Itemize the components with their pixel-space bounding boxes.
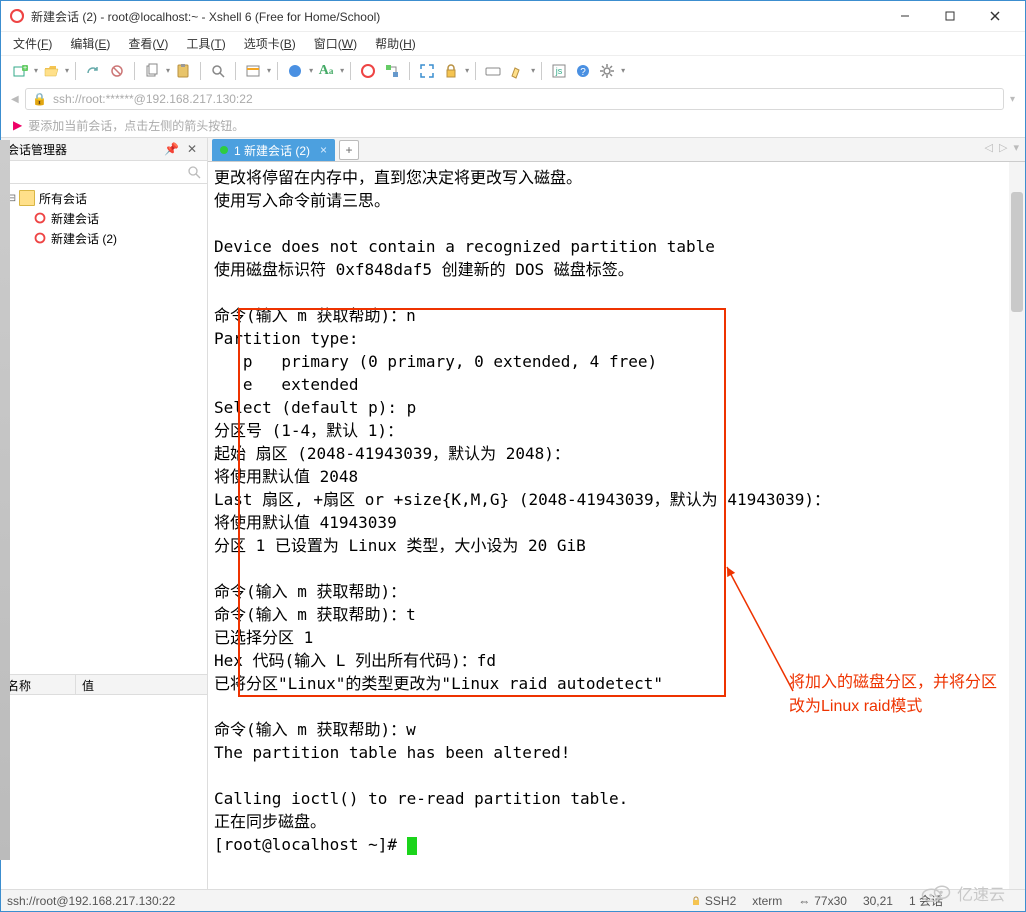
session-icon xyxy=(33,231,47,245)
search-icon[interactable] xyxy=(207,60,229,82)
tab-close-icon[interactable]: × xyxy=(320,143,327,157)
folder-icon xyxy=(19,190,35,206)
terminal-output[interactable]: 更改将停留在内存中，直到您决定将更改写入磁盘。 使用写入命令前请三思。 Devi… xyxy=(208,162,1025,889)
sidebar-search[interactable] xyxy=(1,161,207,184)
addr-dropdown-icon[interactable]: ▾ xyxy=(1010,94,1015,105)
status-bar: ssh://root@192.168.217.130:22 SSH2 xterm… xyxy=(1,889,1025,911)
tree-item-label: 新建会话 xyxy=(51,210,99,227)
sidebar-header: 会话管理器 📌 ✕ xyxy=(1,138,207,161)
open-icon[interactable] xyxy=(40,60,62,82)
menu-tools[interactable]: 工具(T) xyxy=(182,33,229,54)
new-session-icon[interactable]: + xyxy=(9,60,31,82)
tab-label: 1 新建会话 (2) xyxy=(234,142,310,159)
transfer-icon[interactable] xyxy=(381,60,403,82)
tree-item[interactable]: 新建会话 (2) xyxy=(5,228,203,248)
menu-help[interactable]: 帮助(H) xyxy=(371,33,420,54)
address-text: ssh://root:******@192.168.217.130:22 xyxy=(53,92,253,106)
title-bar: 新建会话 (2) - root@localhost:~ - Xshell 6 (… xyxy=(1,1,1025,31)
copy-icon[interactable] xyxy=(141,60,163,82)
svg-text:js: js xyxy=(555,66,563,76)
paste-icon[interactable] xyxy=(172,60,194,82)
swirl-icon[interactable] xyxy=(357,60,379,82)
toolbar: +▾ ▾ ▾ ▾ ▾ Aa▾ ▾ ▾ js ? ▾ xyxy=(1,55,1025,85)
status-term: xterm xyxy=(752,894,782,908)
session-tree: ⊟ 所有会话 新建会话 新建会话 (2) xyxy=(1,184,207,674)
maximize-button[interactable] xyxy=(927,2,972,30)
highlight-icon[interactable] xyxy=(506,60,528,82)
status-pos: 30,21 xyxy=(863,894,893,908)
addr-back-icon[interactable]: ◀ xyxy=(11,94,25,105)
svg-text:+: + xyxy=(23,65,27,72)
status-dot-icon xyxy=(220,146,228,154)
hint-text: 要添加当前会话，点击左侧的箭头按钮。 xyxy=(28,117,244,134)
menu-file[interactable]: 文件(F) xyxy=(9,33,56,54)
fullscreen-icon[interactable] xyxy=(416,60,438,82)
address-bar: ◀ 🔒 ssh://root:******@192.168.217.130:22… xyxy=(1,85,1025,113)
left-shadow-edge xyxy=(0,140,10,860)
font-icon[interactable]: Aa xyxy=(315,60,337,82)
color-icon[interactable] xyxy=(284,60,306,82)
hint-line: ▶ 要添加当前会话，点击左侧的箭头按钮。 xyxy=(1,113,1025,137)
close-button[interactable] xyxy=(972,2,1017,30)
sidebar-properties: 名称 值 xyxy=(1,674,207,889)
session-tab[interactable]: 1 新建会话 (2) × xyxy=(212,139,335,161)
keyboard-icon[interactable] xyxy=(482,60,504,82)
tree-item[interactable]: 新建会话 xyxy=(5,208,203,228)
menu-edit[interactable]: 编辑(E) xyxy=(66,33,114,54)
menu-bar: 文件(F) 编辑(E) 查看(V) 工具(T) 选项卡(B) 窗口(W) 帮助(… xyxy=(1,31,1025,55)
tab-strip: 1 新建会话 (2) × + ◁ ▷ ▾ xyxy=(208,138,1025,162)
status-connection: ssh://root@192.168.217.130:22 xyxy=(7,894,175,908)
pin-icon[interactable]: 📌 xyxy=(160,142,183,156)
status-proto: SSH2 xyxy=(691,894,736,908)
terminal-scrollbar[interactable] xyxy=(1009,162,1025,889)
tree-root[interactable]: ⊟ 所有会话 xyxy=(5,188,203,208)
flag-icon: ▶ xyxy=(13,118,22,132)
reconnect-icon[interactable] xyxy=(82,60,104,82)
script-icon[interactable]: js xyxy=(548,60,570,82)
status-size: ⇔ 77x30 xyxy=(798,894,847,908)
prop-col-name[interactable]: 名称 xyxy=(1,675,76,694)
session-icon xyxy=(33,211,47,225)
help-icon[interactable]: ? xyxy=(572,60,594,82)
lock-icon[interactable] xyxy=(440,60,462,82)
svg-text:?: ? xyxy=(580,67,586,78)
tab-list-icon[interactable]: ▾ xyxy=(1013,141,1019,154)
sidebar-title: 会话管理器 xyxy=(7,141,160,158)
disconnect-icon[interactable] xyxy=(106,60,128,82)
tab-next-icon[interactable]: ▷ xyxy=(999,141,1007,154)
address-input[interactable]: 🔒 ssh://root:******@192.168.217.130:22 xyxy=(25,88,1004,110)
sidebar-close-icon[interactable]: ✕ xyxy=(183,142,201,156)
menu-window[interactable]: 窗口(W) xyxy=(310,33,361,54)
properties-icon[interactable] xyxy=(242,60,264,82)
tree-root-label: 所有会话 xyxy=(39,190,87,207)
tree-item-label: 新建会话 (2) xyxy=(51,230,117,247)
settings-icon[interactable] xyxy=(596,60,618,82)
app-icon xyxy=(9,8,25,24)
minimize-button[interactable] xyxy=(882,2,927,30)
lock-small-icon: 🔒 xyxy=(32,92,47,106)
tab-prev-icon[interactable]: ◁ xyxy=(985,141,993,154)
session-sidebar: 会话管理器 📌 ✕ ⊟ 所有会话 新建会话 xyxy=(1,138,208,889)
annotation-text: 将加入的磁盘分区，并将分区改为Linux raid模式 xyxy=(789,671,1009,719)
prop-col-value[interactable]: 值 xyxy=(76,675,100,694)
watermark: 亿速云 xyxy=(921,881,1005,905)
new-tab-button[interactable]: + xyxy=(339,140,359,160)
window-title: 新建会话 (2) - root@localhost:~ - Xshell 6 (… xyxy=(31,8,882,25)
menu-view[interactable]: 查看(V) xyxy=(124,33,172,54)
menu-tab[interactable]: 选项卡(B) xyxy=(240,33,300,54)
